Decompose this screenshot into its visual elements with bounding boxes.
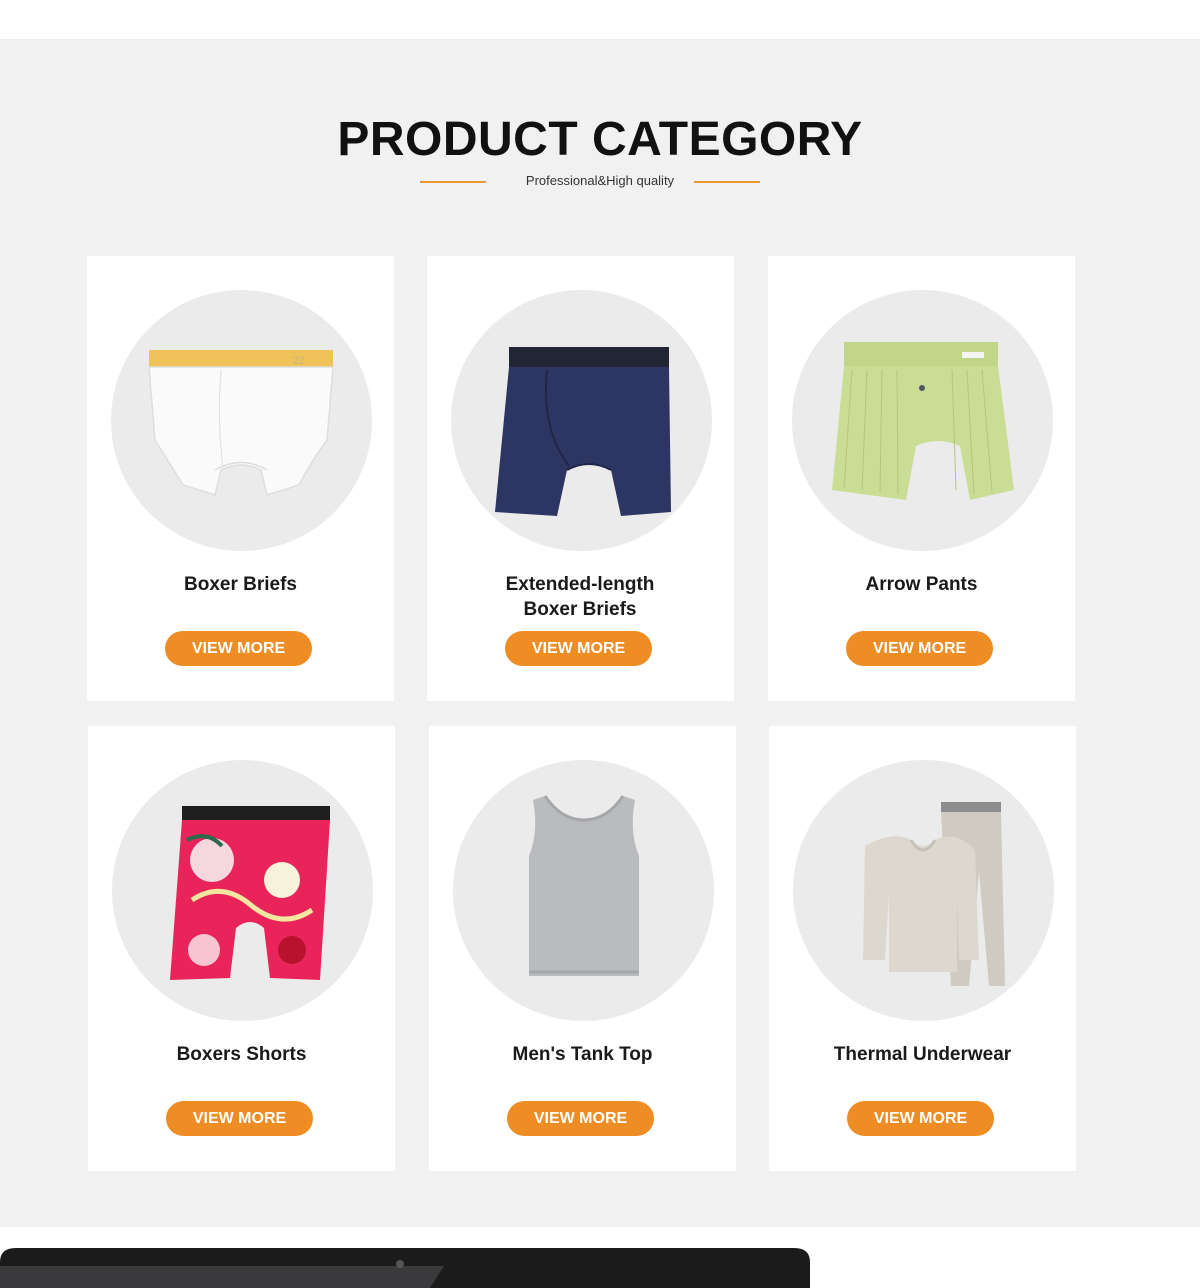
product-name: Boxers Shorts bbox=[176, 1044, 307, 1065]
product-name: Thermal Underwear bbox=[833, 1044, 1012, 1065]
view-more-button[interactable]: VIEW MORE bbox=[166, 1101, 313, 1136]
view-more-button[interactable]: VIEW MORE bbox=[505, 631, 652, 666]
product-name: Arrow Pants bbox=[865, 574, 978, 595]
product-card-boxer-briefs[interactable]: 22 Boxer Briefs VIEW MORE bbox=[87, 256, 394, 701]
tank-top-image bbox=[453, 760, 714, 1021]
subtitle-row: Professional&High quality bbox=[0, 172, 1200, 192]
view-more-button[interactable]: VIEW MORE bbox=[165, 631, 312, 666]
boxers-shorts-image bbox=[112, 760, 373, 1021]
product-name: Boxer Briefs bbox=[184, 574, 297, 595]
view-more-button[interactable]: VIEW MORE bbox=[847, 1101, 994, 1136]
svg-text:22: 22 bbox=[293, 355, 305, 367]
product-card-boxers-shorts[interactable]: Boxers Shorts VIEW MORE bbox=[88, 726, 395, 1171]
view-more-button[interactable]: VIEW MORE bbox=[846, 631, 993, 666]
arrow-pants-image bbox=[792, 290, 1053, 551]
product-card-mens-tank-top[interactable]: Men's Tank Top VIEW MORE bbox=[429, 726, 736, 1171]
subtitle: Professional&High quality bbox=[525, 173, 675, 188]
extended-boxer-briefs-image bbox=[451, 290, 712, 551]
thermal-underwear-image bbox=[793, 760, 1054, 1021]
product-card-thermal-underwear[interactable]: Thermal Underwear VIEW MORE bbox=[769, 726, 1076, 1171]
product-card-extended-length-boxer-briefs[interactable]: Extended-length Boxer Briefs VIEW MORE bbox=[427, 256, 734, 701]
product-name: Men's Tank Top bbox=[512, 1044, 653, 1065]
product-name: Extended-length Boxer Briefs bbox=[505, 574, 655, 620]
product-card-arrow-pants[interactable]: Arrow Pants VIEW MORE bbox=[768, 256, 1075, 701]
view-more-button[interactable]: VIEW MORE bbox=[507, 1101, 654, 1136]
laptop-frame-image bbox=[0, 1248, 810, 1288]
boxer-briefs-image: 22 bbox=[111, 290, 372, 551]
page-title: PRODUCT CATEGORY bbox=[337, 113, 863, 166]
subtitle-right-rule bbox=[694, 181, 760, 183]
